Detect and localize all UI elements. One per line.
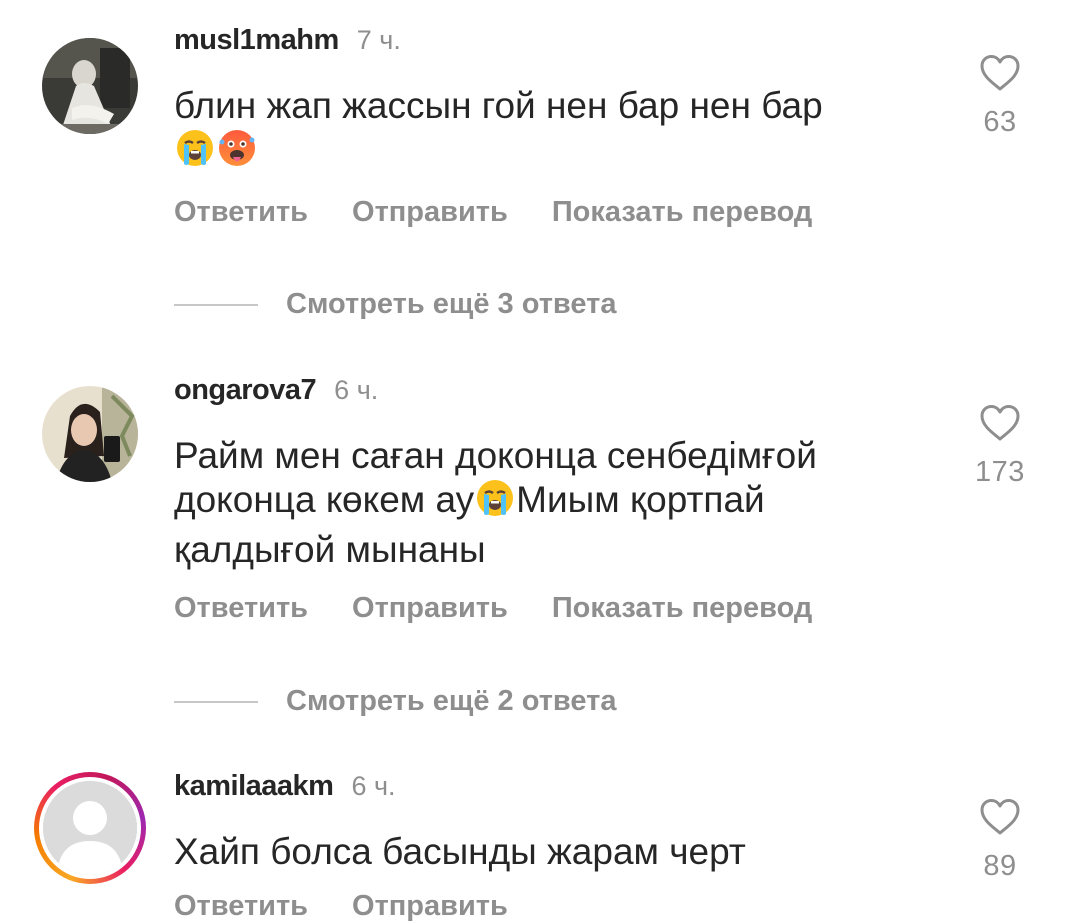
- avatar[interactable]: [42, 386, 138, 482]
- comment-text: Хайп болса басынды жарам черт: [174, 830, 914, 874]
- comment-username[interactable]: kamilaaakm: [174, 770, 334, 803]
- story-ring-avatar[interactable]: [34, 772, 146, 884]
- comment-username[interactable]: ongarova7: [174, 374, 317, 407]
- like-control: 63: [960, 54, 1040, 139]
- like-control: 89: [960, 798, 1040, 883]
- comment-text: блин жап жассын гой нен бар нен бар: [174, 84, 914, 178]
- heart-outline-icon[interactable]: [979, 798, 1021, 836]
- heart-outline-icon[interactable]: [979, 54, 1021, 92]
- comment-meta: ongarova7 6 ч.: [174, 374, 378, 414]
- heart-outline-icon[interactable]: [979, 404, 1021, 442]
- loudly-crying-face-emoji: [175, 128, 215, 178]
- comment-timestamp: 7 ч.: [356, 25, 401, 55]
- view-replies[interactable]: Смотреть ещё 3 ответа: [174, 288, 616, 321]
- send-button[interactable]: Отправить: [352, 196, 508, 229]
- default-user-avatar-icon: [43, 781, 137, 875]
- comment-meta: musl1mahm 7 ч.: [174, 24, 401, 64]
- comment-actions: Ответить Отправить Показать перевод: [174, 592, 856, 625]
- reply-button[interactable]: Ответить: [174, 196, 308, 229]
- show-translation-button[interactable]: Показать перевод: [552, 592, 812, 625]
- comment-body: блин жап жассын гой нен бар нен бар: [174, 85, 823, 126]
- loudly-crying-face-emoji: [475, 478, 515, 528]
- like-control: 173: [960, 404, 1040, 489]
- avatar[interactable]: [42, 38, 138, 134]
- comment-body: Хайп болса басынды жарам черт: [174, 831, 746, 872]
- comment-text: Райм мен саған доконца сенбедімғой докон…: [174, 434, 914, 572]
- comment-actions: Ответить Отправить Показать перевод: [174, 196, 856, 229]
- comment-timestamp: 6 ч.: [334, 375, 379, 405]
- like-count: 89: [983, 850, 1017, 882]
- send-button[interactable]: Отправить: [352, 592, 508, 625]
- reply-button[interactable]: Ответить: [174, 592, 308, 625]
- replies-divider: [174, 303, 258, 306]
- comment-timestamp: 6 ч.: [351, 771, 396, 801]
- like-count: 63: [983, 106, 1017, 138]
- view-replies[interactable]: Смотреть ещё 2 ответа: [174, 685, 616, 718]
- replies-divider: [174, 700, 258, 703]
- hot-face-emoji: [217, 128, 257, 178]
- comment-meta: kamilaaakm 6 ч.: [174, 770, 396, 810]
- comment-username[interactable]: musl1mahm: [174, 24, 339, 57]
- send-button[interactable]: Отправить: [352, 890, 508, 923]
- view-replies-label[interactable]: Смотреть ещё 3 ответа: [286, 288, 616, 321]
- show-translation-button[interactable]: Показать перевод: [552, 196, 812, 229]
- like-count: 173: [975, 456, 1025, 488]
- view-replies-label[interactable]: Смотреть ещё 2 ответа: [286, 685, 616, 718]
- reply-button[interactable]: Ответить: [174, 890, 308, 923]
- comment-actions: Ответить Отправить: [174, 890, 552, 923]
